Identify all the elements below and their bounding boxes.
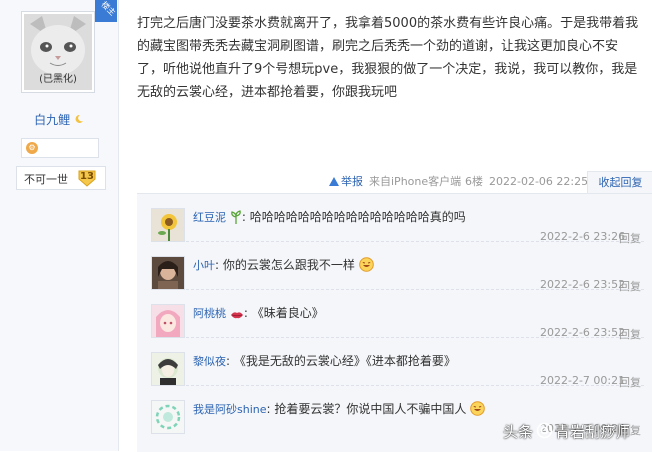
forum-level[interactable]: 不可一世 13 — [16, 166, 106, 190]
lips-icon — [230, 312, 243, 319]
level-title: 不可一世 — [24, 173, 68, 186]
reply-item: 红豆泥 : 哈哈哈哈哈哈哈哈哈哈哈哈哈哈哈真的吗 2022-2-6 23:26 … — [137, 194, 652, 245]
author-sidebar: (已黑化) 楼主 白九鲤 ⚙ 不可一世 13 — [0, 0, 119, 451]
report-icon — [329, 177, 339, 186]
reply-content: 《我是无敌的云裳心经》《进本都抢着要》 — [233, 354, 456, 368]
reply-content: 你的云裳怎么跟我不一样 — [222, 258, 355, 272]
reply-content: 《昧着良心》 — [251, 306, 324, 320]
reply-line: 小叶: 你的云裳怎么跟我不一样 — [193, 256, 374, 275]
post-client: 来自iPhone客户端 — [369, 175, 462, 188]
reply-line: 我是阿砂shine: 抢着要云裳？你说中国人不骗中国人 — [193, 400, 486, 419]
reply-content: 哈哈哈哈哈哈哈哈哈哈哈哈哈哈哈真的吗 — [249, 210, 466, 224]
reply-username[interactable]: 黎似夜 — [193, 355, 226, 368]
reply-username[interactable]: 小叶 — [193, 259, 215, 272]
honor-medal-icon[interactable]: ⚙ — [26, 142, 38, 154]
op-badge: 楼主 — [95, 0, 117, 22]
reply-item: 黎似夜: 《我是无敌的云裳心经》《进本都抢着要》 2022-2-7 00:21 … — [137, 338, 652, 389]
reply-avatar[interactable] — [151, 208, 185, 242]
collapse-replies-button[interactable]: 收起回复 — [587, 171, 652, 194]
watermark: 头条 青岩刮痧师 — [503, 418, 648, 444]
reply-line: 黎似夜: 《我是无敌的云裳心经》《进本都抢着要》 — [193, 354, 456, 368]
reply-line: 红豆泥 : 哈哈哈哈哈哈哈哈哈哈哈哈哈哈哈真的吗 — [193, 210, 466, 224]
author-avatar[interactable]: (已黑化) — [21, 11, 95, 93]
post-datetime: 2022-02-06 22:25 — [489, 175, 589, 188]
laughing-emoji-icon — [470, 401, 486, 416]
sprout-icon — [231, 210, 241, 224]
reply-avatar[interactable] — [151, 352, 185, 386]
reply-avatar[interactable] — [151, 256, 185, 290]
reply-item: 阿桃桃 : 《昧着良心》 2022-2-6 23:52 回复 — [137, 290, 652, 341]
post-content: 打完之后唐门没要茶水费就离开了，我拿着5000的茶水费有些许良心痛。于是我带着我… — [137, 16, 639, 100]
honor-slot: ⚙ — [21, 138, 99, 158]
author-name[interactable]: 白九鲤 — [0, 111, 118, 128]
op-badge-label: 楼主 — [99, 0, 118, 18]
avatar-caption: (已黑化) — [39, 74, 77, 85]
post-floor: 6楼 — [465, 175, 483, 188]
reply-username[interactable]: 阿桃桃 — [193, 307, 226, 320]
reply-avatar[interactable] — [151, 304, 185, 338]
level-badge-icon: 13 — [77, 168, 97, 188]
report-button[interactable]: 举报 — [329, 173, 363, 191]
reply-username[interactable]: 我是阿砂shine — [193, 403, 267, 416]
watermark-brand: 头条 — [503, 423, 534, 441]
reply-content: 抢着要云裳？你说中国人不骗中国人 — [274, 402, 467, 416]
reply-avatar[interactable] — [151, 400, 185, 434]
moon-icon — [75, 114, 83, 123]
laughing-emoji-icon — [358, 257, 374, 272]
watermark-author: 青岩刮痧师 — [555, 423, 631, 441]
reply-line: 阿桃桃 : 《昧着良心》 — [193, 306, 324, 320]
reply-username[interactable]: 红豆泥 — [193, 211, 226, 224]
reply-list: 红豆泥 : 哈哈哈哈哈哈哈哈哈哈哈哈哈哈哈真的吗 2022-2-6 23:26 … — [137, 193, 652, 452]
at-sign-icon — [536, 422, 553, 439]
cat-avatar-image: (已黑化) — [24, 14, 92, 90]
author-name-text: 白九鲤 — [34, 113, 71, 127]
report-label: 举报 — [341, 175, 363, 188]
reply-item: 小叶: 你的云裳怎么跟我不一样 2022-2-6 23:52 回复 — [137, 242, 652, 293]
level-number: 13 — [80, 171, 94, 182]
